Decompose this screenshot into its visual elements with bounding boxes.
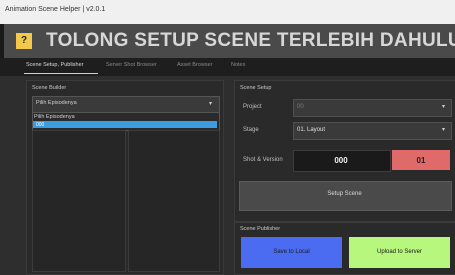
scene-builder-title: Scene Builder bbox=[32, 85, 67, 91]
project-select-value: 00 bbox=[297, 104, 304, 110]
banner-message: TOLONG SETUP SCENE TERLEBIH DAHULU bbox=[46, 30, 455, 51]
save-to-local-label: Save to Local bbox=[273, 249, 310, 255]
tab-server-shot-browser[interactable]: Server Shot Browser bbox=[106, 62, 157, 68]
shot-number: 000 bbox=[334, 156, 348, 165]
active-tab-indicator bbox=[24, 73, 98, 74]
shot-list[interactable] bbox=[128, 130, 220, 272]
tab-asset-browser[interactable]: Asset Browser bbox=[177, 62, 212, 68]
tab-notes[interactable]: Notes bbox=[231, 62, 245, 68]
chevron-down-icon: ▾ bbox=[442, 104, 446, 110]
episode-select-value: Pilih Episodenya bbox=[36, 100, 77, 106]
stage-label: Stage bbox=[243, 127, 259, 133]
scene-publisher-title: Scene Publisher bbox=[240, 226, 281, 232]
project-select[interactable] bbox=[293, 99, 452, 117]
project-label: Project bbox=[243, 104, 262, 110]
scene-setup-title: Scene Setup bbox=[240, 85, 272, 91]
version-number: 01 bbox=[416, 156, 426, 165]
upload-to-server-label: Upload to Server bbox=[376, 249, 423, 255]
sequence-list[interactable] bbox=[32, 130, 126, 272]
dropdown-option-selected[interactable]: 000 bbox=[36, 122, 44, 128]
chevron-down-icon: ▾ bbox=[209, 101, 213, 107]
window-title: Animation Scene Helper | v2.0.1 bbox=[5, 6, 106, 13]
dropdown-option-highlight[interactable] bbox=[33, 121, 217, 128]
tab-scene-setup-publisher[interactable]: Scene Setup, Publisher bbox=[26, 62, 83, 68]
help-button[interactable]: ? bbox=[16, 33, 32, 49]
setup-scene-label: Setup Scene bbox=[327, 191, 362, 197]
shot-version-label: Shot & Version bbox=[243, 157, 283, 163]
dropdown-option[interactable]: Pilih Episodenya bbox=[34, 114, 75, 120]
stage-select-value: 01. Layout bbox=[297, 127, 326, 133]
chevron-down-icon: ▾ bbox=[442, 127, 446, 133]
